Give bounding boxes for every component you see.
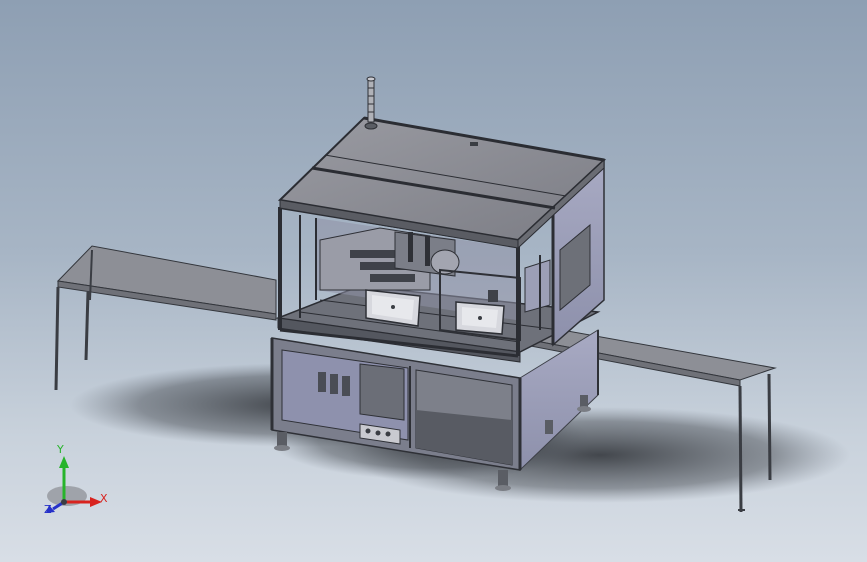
coordinate-triad: X Y Z bbox=[40, 444, 120, 520]
machine-assembly-model[interactable] bbox=[0, 0, 867, 562]
triad-icon bbox=[46, 456, 102, 513]
x-axis-label: X bbox=[100, 492, 108, 505]
z-axis-label: Z bbox=[44, 503, 52, 516]
y-axis-label: Y bbox=[57, 443, 64, 456]
cad-viewport[interactable]: X Y Z bbox=[0, 0, 867, 562]
